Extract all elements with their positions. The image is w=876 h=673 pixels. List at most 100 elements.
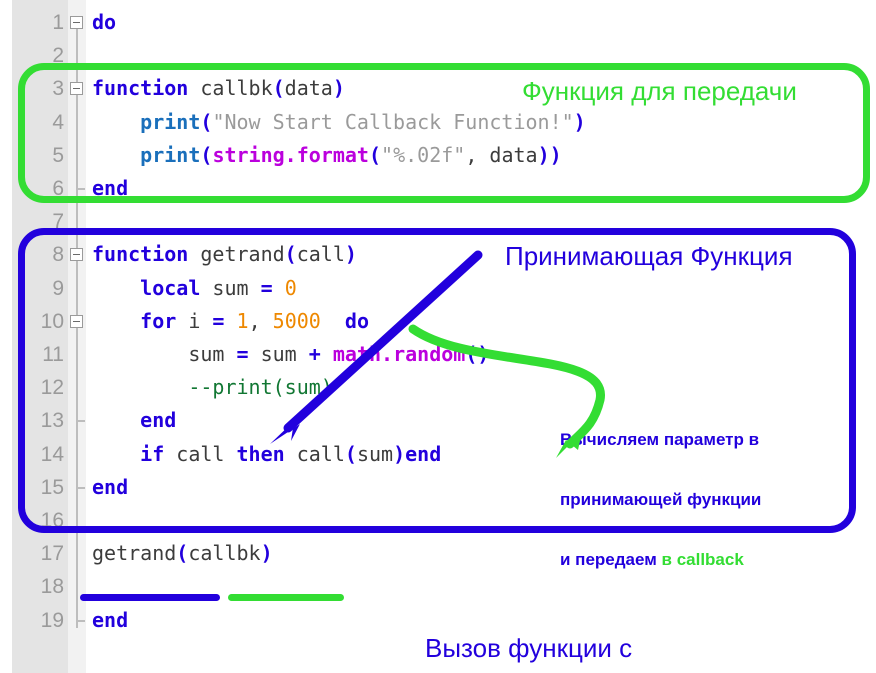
code-token: callbk xyxy=(188,541,261,566)
code-line[interactable]: for i = 1, 5000 do xyxy=(92,305,369,338)
code-token: "%.02f" xyxy=(381,142,466,167)
code-token: ( xyxy=(368,142,382,167)
code-line[interactable]: --print(sum) xyxy=(92,371,333,404)
code-token: ( xyxy=(176,541,189,566)
code-token: sum xyxy=(92,342,237,366)
underline-getrand xyxy=(80,594,220,601)
annotation-note-line-1: Вычисляем параметр в xyxy=(560,430,760,449)
line-number: 14 xyxy=(40,442,64,466)
code-line[interactable]: end xyxy=(92,604,128,637)
fold-toggle-icon[interactable] xyxy=(70,314,83,328)
code-token: do xyxy=(344,308,370,333)
annotation-label-callback-function: Функция для передачи xyxy=(522,76,797,106)
code-token: 1 xyxy=(236,308,249,333)
code-line[interactable]: getrand(callbk) xyxy=(92,537,273,570)
code-token: data xyxy=(284,76,333,101)
line-number: 19 xyxy=(40,608,64,632)
code-token: function xyxy=(92,242,189,267)
fold-toggle-icon[interactable] xyxy=(70,82,83,96)
line-number: 10 xyxy=(40,309,64,333)
line-number: 12 xyxy=(40,376,64,400)
code-line[interactable]: end xyxy=(92,404,176,437)
code-token: ) xyxy=(573,109,586,134)
line-number: 7 xyxy=(52,210,64,234)
code-token: call xyxy=(284,441,345,466)
code-token: = xyxy=(212,308,225,333)
code-line[interactable]: if call then call(sum)end xyxy=(92,438,441,471)
line-number: 15 xyxy=(40,475,64,499)
code-token: end xyxy=(92,176,129,200)
code-line[interactable]: sum = sum + math.random() xyxy=(92,338,489,371)
line-number: 4 xyxy=(52,110,64,134)
line-number: 11 xyxy=(42,343,64,366)
code-token: ( xyxy=(284,242,297,267)
code-token: ( xyxy=(272,76,285,101)
code-token: = xyxy=(236,342,249,366)
code-line[interactable]: do xyxy=(92,6,116,39)
code-line[interactable]: function callbk(data) xyxy=(92,72,345,105)
code-token: "Now Start Callback Function!" xyxy=(212,109,574,134)
code-line[interactable]: function getrand(call) xyxy=(92,238,357,271)
annotation-label-receiving-function: Принимающая Функция xyxy=(505,241,793,271)
line-number: 9 xyxy=(52,276,64,300)
code-token: call xyxy=(164,441,237,466)
code-token: if xyxy=(140,441,165,466)
code-token: = xyxy=(260,275,273,300)
code-token: )) xyxy=(537,142,562,167)
code-token: end xyxy=(92,474,129,499)
code-token: , data xyxy=(465,142,538,167)
code-token: i xyxy=(176,308,213,333)
code-token: for xyxy=(140,308,177,333)
code-token: callbk xyxy=(188,76,273,101)
code-token: end xyxy=(140,408,177,433)
line-number: 18 xyxy=(40,575,64,599)
code-token: + xyxy=(308,342,321,366)
code-line[interactable]: end xyxy=(92,172,128,205)
code-token: print xyxy=(140,142,201,167)
line-number: 1 xyxy=(52,11,64,34)
code-line[interactable]: end xyxy=(92,471,128,504)
line-number: 6 xyxy=(52,177,64,200)
code-token: 0 xyxy=(284,275,297,300)
line-number: 16 xyxy=(40,509,64,532)
line-number: 2 xyxy=(52,44,64,68)
code-token: do xyxy=(92,10,117,34)
code-token: ) xyxy=(344,242,357,267)
line-number: 8 xyxy=(52,243,64,267)
line-number: 17 xyxy=(40,542,64,566)
code-token: end xyxy=(92,607,129,632)
code-token: sum xyxy=(356,441,394,466)
code-token: then xyxy=(236,441,285,466)
code-line[interactable]: print("Now Start Callback Function!") xyxy=(92,106,586,139)
code-token: string.format xyxy=(212,142,369,167)
code-token: () xyxy=(465,342,490,366)
code-token: --print(sum) xyxy=(92,375,333,400)
code-token: sum xyxy=(200,275,261,300)
code-line[interactable]: print(string.format("%.02f", data)) xyxy=(92,139,562,172)
screenshot-root: 1 do 2 3 function callbk(data) 4 print("Now S… xyxy=(0,0,876,673)
code-token: call xyxy=(296,242,345,267)
code-token: ) xyxy=(260,541,273,566)
code-token: sum xyxy=(248,342,309,366)
annotation-note-line-3-highlight: в callback xyxy=(661,550,744,569)
fold-end-marker xyxy=(76,619,85,622)
code-token: ) xyxy=(393,441,406,466)
code-token: math.random xyxy=(332,342,466,366)
code-token: print xyxy=(140,109,201,134)
annotation-note-function-call: Вызов функции с передачей callback xyxy=(425,561,655,673)
code-token: function xyxy=(92,76,189,101)
fold-toggle-icon[interactable] xyxy=(70,16,83,29)
code-line[interactable]: local sum = 0 xyxy=(92,272,297,305)
annotation-note-line-2: принимающей функции xyxy=(560,490,762,509)
fold-toggle-icon[interactable] xyxy=(70,248,83,262)
code-token: getrand xyxy=(92,541,177,566)
annotation-call-line-1: Вызов функции с xyxy=(425,633,633,663)
